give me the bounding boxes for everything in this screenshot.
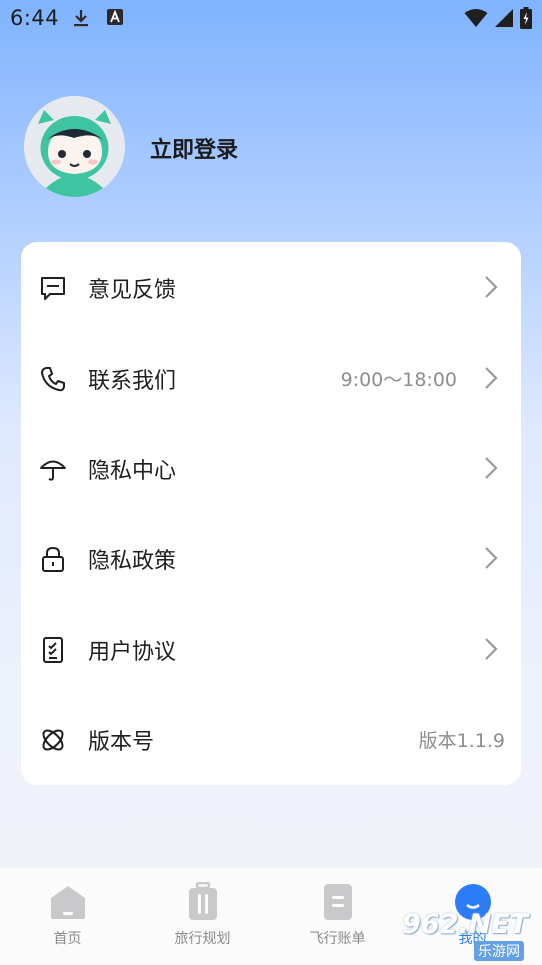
status-time: 6:44 xyxy=(10,6,60,30)
font-a-icon xyxy=(106,8,124,32)
wifi-icon xyxy=(464,8,488,32)
profile-header: 立即登录 xyxy=(24,96,424,200)
menu-label: 用户协议 xyxy=(88,640,177,665)
agreement-icon xyxy=(39,636,67,664)
version-number: 版本1.1.9 xyxy=(418,730,505,752)
battery-charging-icon xyxy=(520,7,532,33)
chevron-right-icon xyxy=(483,637,499,661)
menu-row-user-agreement[interactable]: 用户协议 xyxy=(21,604,521,694)
avatar[interactable] xyxy=(24,96,125,197)
menu-row-contact[interactable]: 联系我们 9:00～18:00 xyxy=(21,333,521,423)
chevron-right-icon xyxy=(483,546,499,570)
menu-row-version: 版本号 版本1.1.9 xyxy=(21,694,521,784)
menu-label: 版本号 xyxy=(88,730,155,755)
watermark-brand: 962.NET xyxy=(402,909,529,940)
menu-row-privacy-policy[interactable]: 隐私政策 xyxy=(21,513,521,603)
feedback-icon xyxy=(39,274,67,302)
tab-label: 飞行账单 xyxy=(309,931,366,947)
tab-flight-bill[interactable]: 飞行账单 xyxy=(270,868,405,965)
bill-icon xyxy=(318,882,358,922)
signal-icon xyxy=(494,8,514,32)
umbrella-icon xyxy=(39,455,67,483)
tab-label: 首页 xyxy=(53,931,82,947)
status-left-icons xyxy=(72,8,124,32)
chevron-right-icon xyxy=(483,366,499,390)
status-right-icons xyxy=(464,7,532,33)
menu-label: 隐私中心 xyxy=(88,459,177,484)
status-bar: 6:44 xyxy=(0,0,542,36)
watermark: 962.NET 乐游网 xyxy=(402,905,542,965)
lock-icon xyxy=(39,545,67,573)
version-icon xyxy=(39,726,67,754)
cartoon-avatar-icon xyxy=(24,96,125,197)
watermark-site: 乐游网 xyxy=(474,941,524,961)
tab-home[interactable]: 首页 xyxy=(0,868,135,965)
menu-row-privacy-center[interactable]: 隐私中心 xyxy=(21,423,521,513)
tab-travel-plan[interactable]: 旅行规划 xyxy=(135,868,270,965)
settings-card: 意见反馈 联系我们 9:00～18:00 隐私中心 隐私政策 用户协议 版本号 … xyxy=(21,242,521,785)
chevron-right-icon xyxy=(483,275,499,299)
chevron-right-icon xyxy=(483,456,499,480)
service-hours: 9:00～18:00 xyxy=(340,369,457,391)
download-icon xyxy=(72,8,90,32)
menu-label: 联系我们 xyxy=(88,369,177,394)
home-icon xyxy=(48,882,88,922)
luggage-icon xyxy=(183,881,223,922)
tab-label: 旅行规划 xyxy=(174,931,231,947)
menu-label: 隐私政策 xyxy=(88,549,177,574)
phone-icon xyxy=(39,365,67,393)
menu-label: 意见反馈 xyxy=(88,278,177,303)
menu-row-feedback[interactable]: 意见反馈 xyxy=(21,242,521,332)
login-button[interactable]: 立即登录 xyxy=(150,132,238,164)
